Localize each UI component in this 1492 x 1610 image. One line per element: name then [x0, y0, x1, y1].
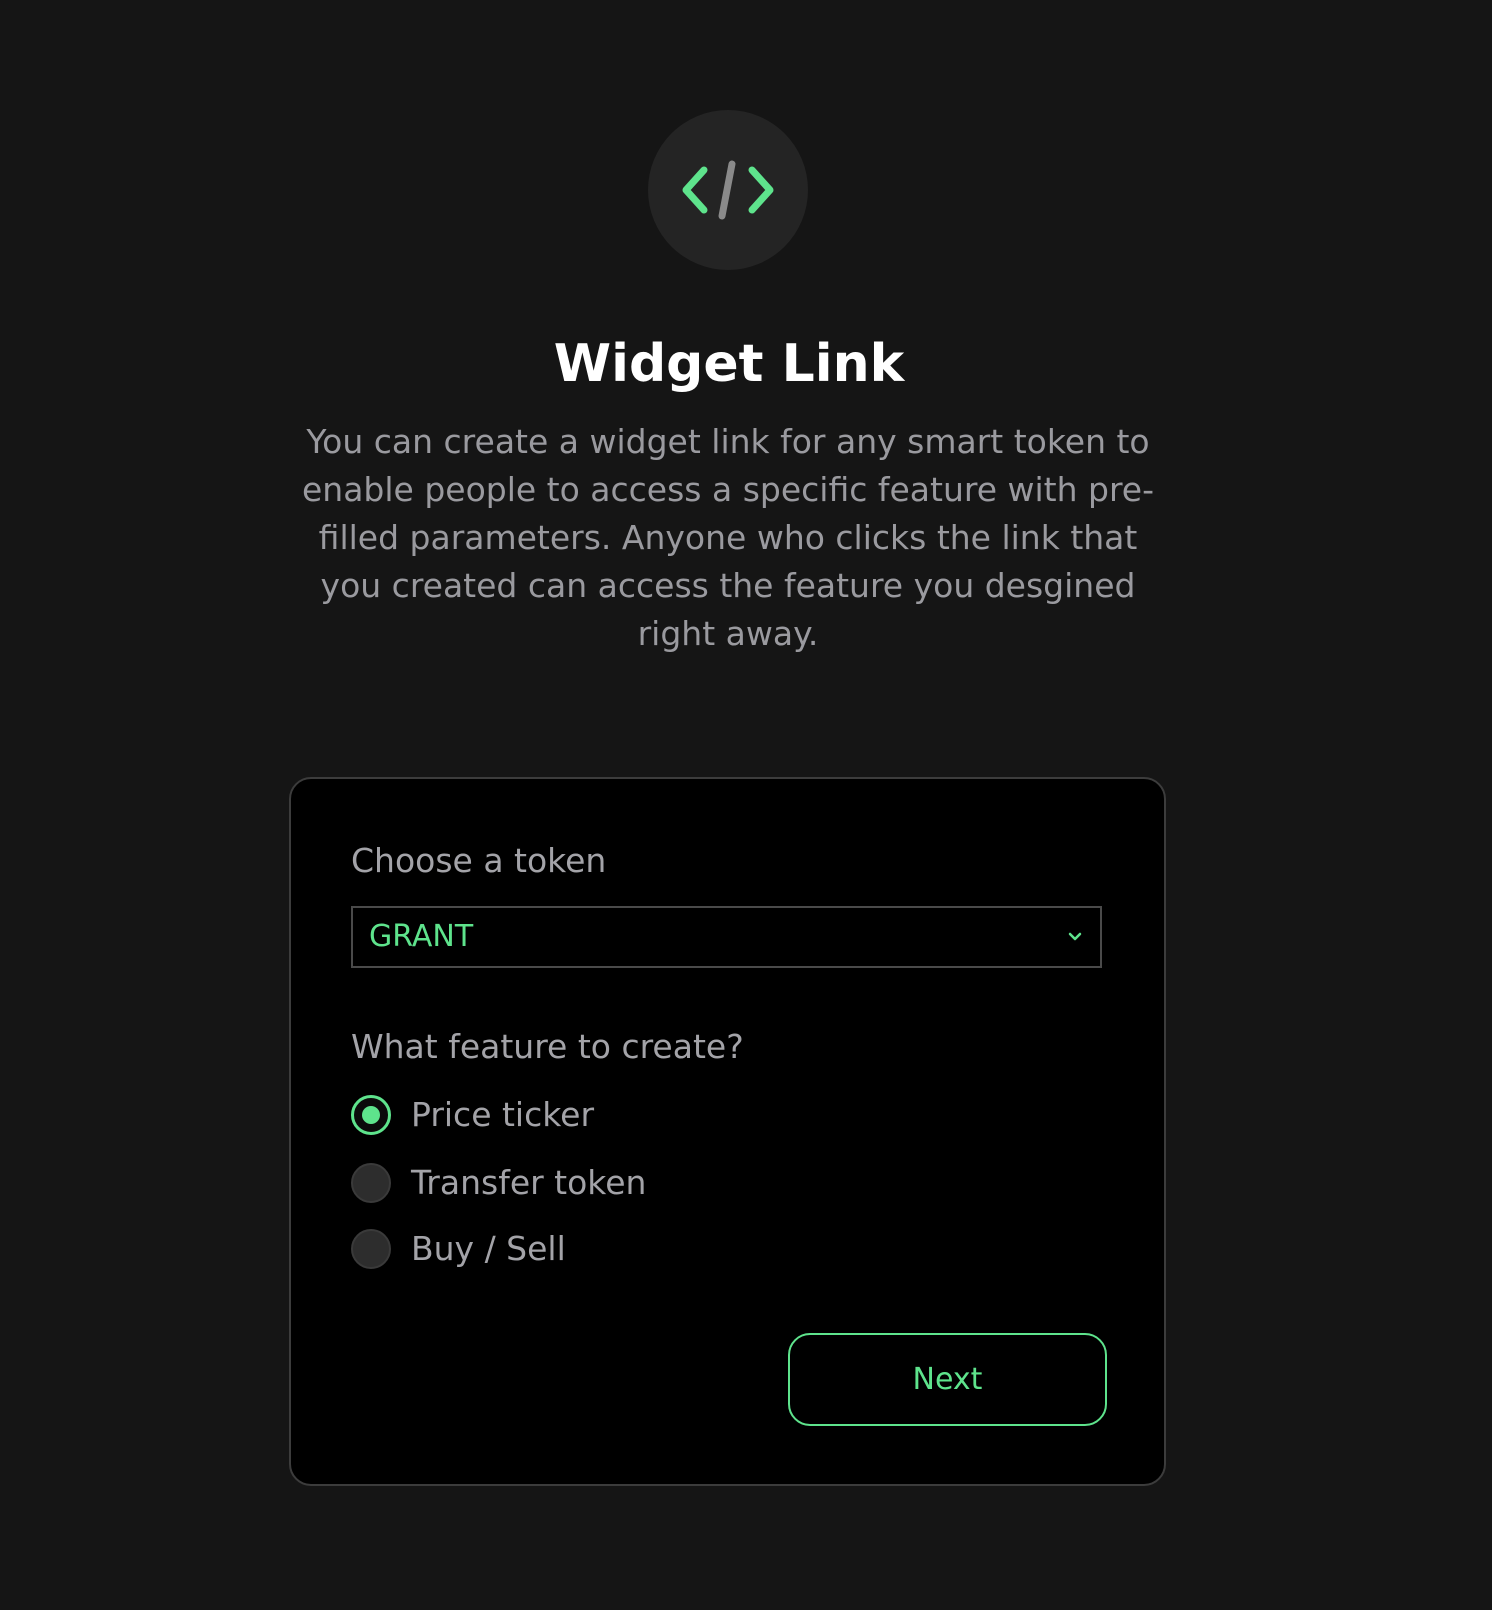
token-select-value: GRANT — [369, 919, 474, 954]
page-title: Widget Link — [553, 334, 905, 394]
radio-button-selected[interactable] — [351, 1095, 391, 1135]
chevron-down-icon — [1068, 932, 1082, 941]
token-select[interactable]: GRANT — [351, 906, 1102, 968]
radio-option-transfer-token[interactable]: Transfer token — [351, 1161, 646, 1205]
radio-option-price-ticker[interactable]: Price ticker — [351, 1093, 594, 1137]
radio-label: Price ticker — [411, 1095, 595, 1134]
code-icon-badge — [648, 110, 808, 270]
page-description: You can create a widget link for any sma… — [301, 422, 1155, 653]
radio-option-buy-sell[interactable]: Buy / Sell — [351, 1227, 566, 1271]
token-label: Choose a token — [351, 841, 607, 880]
radio-button[interactable] — [351, 1163, 391, 1203]
code-icon — [682, 160, 774, 220]
feature-label: What feature to create? — [351, 1027, 744, 1066]
radio-button[interactable] — [351, 1229, 391, 1269]
radio-label: Buy / Sell — [411, 1229, 566, 1268]
radio-label: Transfer token — [411, 1163, 647, 1202]
next-button[interactable]: Next — [788, 1333, 1107, 1426]
widget-form-card: Choose a token GRANT What feature to cre… — [289, 777, 1166, 1486]
